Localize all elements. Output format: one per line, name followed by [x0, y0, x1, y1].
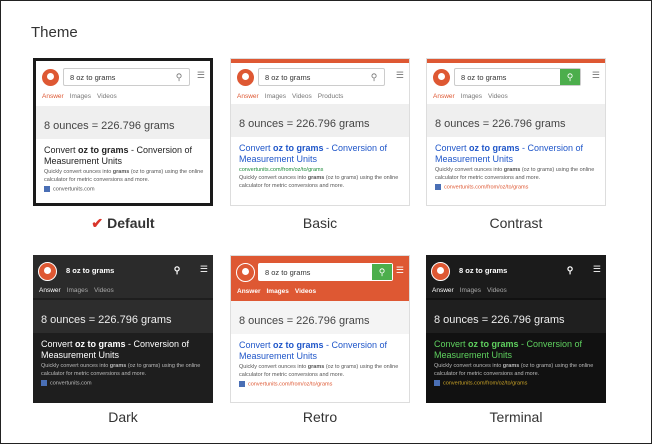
hamburger-icon: ☰	[199, 264, 208, 274]
duckduckgo-logo-icon	[236, 68, 255, 87]
favicon-icon	[44, 186, 50, 192]
tab-videos: Videos	[94, 287, 114, 294]
theme-label-terminal[interactable]: Terminal	[426, 409, 606, 425]
result-site: convertunits.com	[41, 380, 207, 386]
search-query-text: 8 oz to grams	[66, 266, 115, 275]
result-title: Convert oz to grams - Conversion of Meas…	[239, 340, 388, 361]
theme-card-default[interactable]: 8 oz to grams ⚲ ☰ Answer Images Videos 8…	[33, 58, 213, 206]
result-description: Quickly convert ounces into grams (oz to…	[239, 175, 399, 189]
search-query-text: 8 oz to grams	[459, 266, 508, 275]
result-title: Convert oz to grams - Conversion of Meas…	[44, 145, 193, 166]
tab-images: Images	[459, 287, 482, 294]
search-icon: ⚲	[173, 264, 181, 275]
tab-images: Images	[69, 93, 92, 100]
duckduckgo-logo-icon	[38, 262, 57, 281]
result-description: Quickly convert ounces into grams (oz to…	[44, 169, 204, 183]
duckduckgo-logo-icon	[41, 68, 60, 87]
tab-images: Images	[264, 93, 287, 100]
search-result: Convert oz to grams - Conversion of Meas…	[239, 143, 403, 190]
result-url: convertunits.com/from/oz/to/grams	[239, 167, 324, 173]
hamburger-icon: ☰	[592, 264, 601, 274]
theme-settings-panel: Theme 8 oz to grams ⚲ ☰ Answer Images Vi…	[0, 0, 652, 444]
tab-videos: Videos	[488, 93, 508, 100]
search-query-text: 8 oz to grams	[461, 73, 507, 82]
answer-box: 8 ounces = 226.796 grams	[427, 104, 605, 137]
search-box: 8 oz to grams ⚲	[63, 68, 190, 86]
tab-answer: Answer	[237, 93, 259, 100]
result-url: convertunits.com/from/oz/to/grams	[435, 184, 599, 190]
search-box: 8 oz to grams ⚲	[258, 263, 393, 281]
theme-label-dark[interactable]: Dark	[33, 409, 213, 425]
section-heading: Theme	[31, 24, 78, 41]
search-query-text: 8 oz to grams	[70, 73, 116, 82]
result-title: Convert oz to grams - Conversion of Meas…	[41, 339, 190, 360]
search-box: 8 oz to grams ⚲	[454, 68, 581, 86]
answer-box: 8 ounces = 226.796 grams	[231, 104, 409, 137]
search-result: Convert oz to grams - Conversion of Meas…	[41, 339, 207, 386]
answer-box: 8 ounces = 226.796 grams	[231, 301, 409, 334]
search-result: Convert oz to grams - Conversion of Meas…	[434, 339, 600, 386]
tab-answer: Answer	[433, 93, 455, 100]
answer-box: 8 ounces = 226.796 grams	[33, 300, 213, 333]
search-box: 8 oz to grams ⚲	[60, 262, 187, 280]
theme-label-retro[interactable]: Retro	[230, 409, 410, 425]
tab-images: Images	[460, 93, 483, 100]
answer-box: 8 ounces = 226.796 grams	[36, 106, 210, 139]
tab-answer: Answer	[42, 93, 64, 100]
search-icon: ⚲	[175, 71, 183, 82]
theme-label-basic[interactable]: Basic	[230, 215, 410, 231]
theme-card-dark[interactable]: 8 oz to grams ⚲ ☰ Answer Images Videos 8…	[33, 255, 213, 403]
theme-card-terminal[interactable]: 8 oz to grams ⚲ ☰ Answer Images Videos 8…	[426, 255, 606, 403]
theme-card-basic[interactable]: 8 oz to grams ⚲ ☰ Answer Images Videos P…	[230, 58, 410, 206]
duckduckgo-logo-icon	[236, 263, 255, 282]
search-box: 8 oz to grams ⚲	[258, 68, 385, 86]
search-icon: ⚲	[566, 264, 574, 275]
favicon-icon	[239, 381, 245, 387]
theme-label-contrast[interactable]: Contrast	[426, 215, 606, 231]
theme-card-contrast[interactable]: 8 oz to grams ⚲ ☰ Answer Images Videos 8…	[426, 58, 606, 206]
search-query-text: 8 oz to grams	[265, 73, 311, 82]
answer-box: 8 ounces = 226.796 grams	[426, 300, 606, 333]
theme-card-retro[interactable]: 8 oz to grams ⚲ ☰ Answer Images Videos 8…	[230, 255, 410, 403]
result-description: Quickly convert ounces into grams (oz to…	[41, 363, 201, 377]
result-description: Quickly convert ounces into grams (oz to…	[434, 363, 594, 377]
checkmark-icon: ✔	[91, 215, 104, 231]
search-query-text: 8 oz to grams	[265, 268, 311, 277]
search-result: Convert oz to grams - Conversion of Meas…	[44, 145, 204, 192]
hamburger-icon: ☰	[395, 265, 404, 275]
tab-videos: Videos	[292, 93, 312, 100]
result-title: Convert oz to grams - Conversion of Meas…	[435, 143, 584, 164]
tab-images: Images	[266, 288, 289, 295]
tab-videos: Videos	[294, 288, 317, 295]
result-description: Quickly convert ounces into grams (oz to…	[239, 364, 399, 378]
result-url: convertunits.com/from/oz/to/grams	[239, 381, 403, 387]
search-box: 8 oz to grams ⚲	[453, 262, 580, 280]
result-title: Convert oz to grams - Conversion of Meas…	[239, 143, 388, 164]
favicon-icon	[41, 380, 47, 386]
result-description: Quickly convert ounces into grams (oz to…	[435, 167, 595, 181]
search-icon: ⚲	[560, 69, 580, 85]
search-result: Convert oz to grams - Conversion of Meas…	[435, 143, 599, 190]
tab-videos: Videos	[487, 287, 507, 294]
result-site: convertunits.com	[44, 186, 204, 192]
tab-answer: Answer	[237, 288, 261, 295]
tab-products: Products	[317, 93, 344, 100]
tab-answer: Answer	[432, 287, 454, 294]
result-title: Convert oz to grams - Conversion of Meas…	[434, 339, 583, 360]
search-icon: ⚲	[372, 264, 392, 280]
hamburger-icon: ☰	[196, 70, 205, 80]
result-url: convertunits.com/from/oz/to/grams	[434, 380, 600, 386]
favicon-icon	[435, 184, 441, 190]
search-icon: ⚲	[370, 71, 378, 82]
duckduckgo-logo-icon	[431, 262, 450, 281]
tab-answer: Answer	[39, 287, 61, 294]
duckduckgo-logo-icon	[432, 68, 451, 87]
tab-videos: Videos	[97, 93, 117, 100]
tab-images: Images	[66, 287, 89, 294]
favicon-icon	[434, 380, 440, 386]
theme-label-default[interactable]: ✔ Default	[33, 215, 213, 232]
search-result: Convert oz to grams - Conversion of Meas…	[239, 340, 403, 387]
hamburger-icon: ☰	[395, 70, 404, 80]
hamburger-icon: ☰	[591, 70, 600, 80]
